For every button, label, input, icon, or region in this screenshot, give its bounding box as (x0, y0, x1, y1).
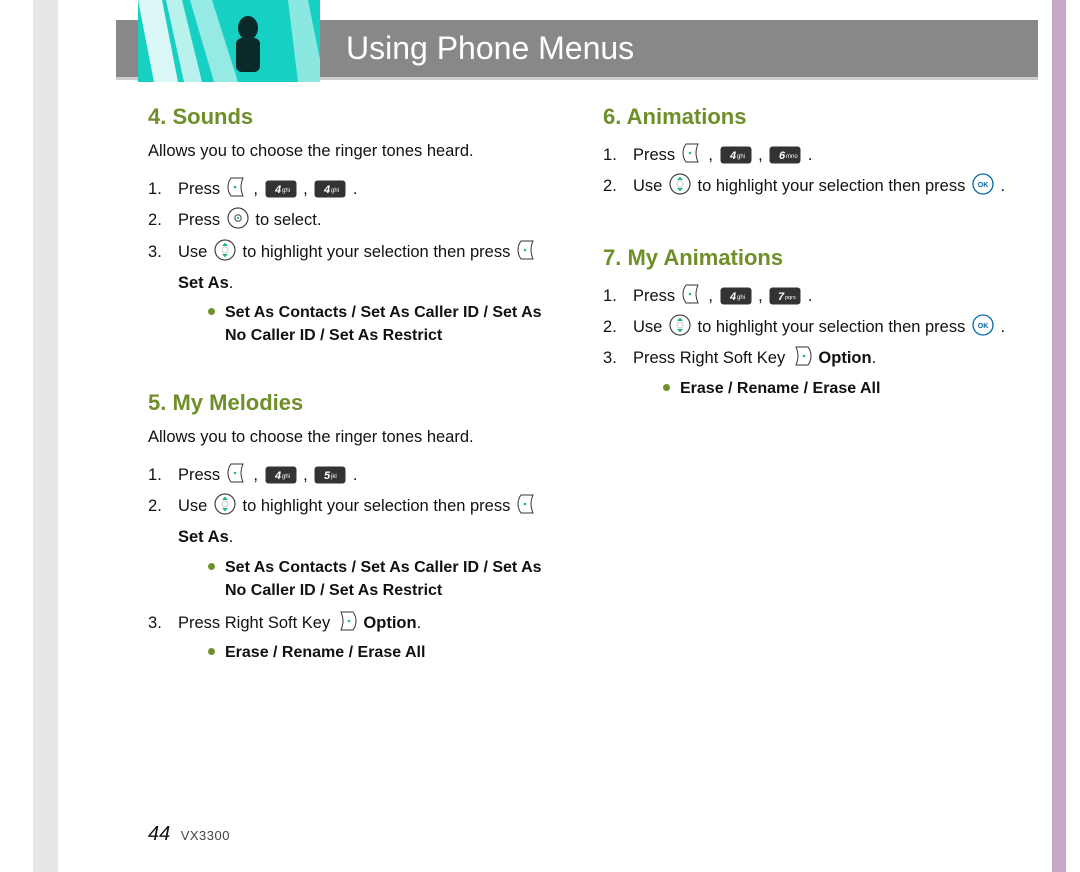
softkey-left-icon (227, 462, 247, 484)
svg-text:jkl: jkl (330, 474, 337, 480)
myanim-step-3: Press Right Soft Key Option. Erase / Ren… (603, 343, 1012, 400)
melodies-bullet-1: Set As Contacts / Set As Caller ID / Set… (208, 556, 557, 602)
key-6-icon: 6mno (769, 146, 801, 164)
nav-updown-icon (214, 493, 236, 515)
page-title: Using Phone Menus (346, 30, 634, 67)
svg-text:ghi: ghi (737, 295, 745, 301)
melodies-step-2: Use to highlight your selection then pre… (148, 491, 557, 602)
key-4-icon: 4ghi (720, 146, 752, 164)
bullet-icon (208, 648, 215, 655)
sounds-steps: Press , 4ghi , 4ghi . Press to select. U… (148, 174, 557, 348)
page: Using Phone Menus 4. Sounds Allows you t… (58, 0, 1066, 872)
sidebar-accent (33, 0, 58, 872)
key-4-icon: 4ghi (314, 180, 346, 198)
softkey-left-icon (517, 239, 537, 261)
key-5-icon: 5jkl (314, 466, 346, 484)
bullet-icon (208, 308, 215, 315)
svg-text:4: 4 (274, 184, 281, 196)
ok-icon: OK (972, 314, 994, 336)
animations-steps: Press , 4ghi , 6mno . Use to highlight y… (603, 140, 1012, 203)
section-title-animations: 6. Animations (603, 104, 1012, 130)
sounds-step-1: Press , 4ghi , 4ghi . (148, 174, 557, 205)
myanim-steps: Press , 4ghi , 7pqrs . Use to highlight … (603, 281, 1012, 400)
nav-updown-icon (669, 314, 691, 336)
sounds-step-2: Press to select. (148, 205, 557, 236)
svg-text:ghi: ghi (282, 474, 290, 480)
softkey-left-icon (682, 283, 702, 305)
key-4-icon: 4ghi (265, 180, 297, 198)
page-number: 44 (148, 823, 170, 845)
footer: 44 VX3300 (148, 823, 230, 846)
nav-circle-icon (227, 207, 249, 229)
svg-text:ghi: ghi (282, 188, 290, 194)
myanim-bullet: Erase / Rename / Erase All (663, 377, 1012, 400)
ok-icon: OK (972, 173, 994, 195)
softkey-right-icon (337, 610, 357, 632)
svg-text:4: 4 (274, 470, 281, 482)
section-title-melodies: 5. My Melodies (148, 390, 557, 416)
model-label: VX3300 (181, 828, 230, 843)
melodies-bullet-2: Erase / Rename / Erase All (208, 641, 557, 664)
melodies-desc: Allows you to choose the ringer tones he… (148, 426, 557, 450)
header-photo (138, 0, 320, 82)
svg-text:mno: mno (786, 154, 798, 160)
svg-text:4: 4 (323, 184, 330, 196)
svg-text:pqrs: pqrs (785, 295, 796, 301)
key-7-icon: 7pqrs (769, 287, 801, 305)
svg-text:6: 6 (779, 150, 786, 162)
key-4-icon: 4ghi (720, 287, 752, 305)
left-column: 4. Sounds Allows you to choose the ringe… (148, 104, 557, 812)
softkey-left-icon (227, 176, 247, 198)
softkey-right-icon (792, 345, 812, 367)
myanim-step-1: Press , 4ghi , 7pqrs . (603, 281, 1012, 312)
melodies-step-1: Press , 4ghi , 5jkl . (148, 460, 557, 491)
svg-text:5: 5 (324, 470, 331, 482)
svg-text:OK: OK (978, 182, 989, 189)
key-4-icon: 4ghi (265, 466, 297, 484)
svg-text:OK: OK (978, 323, 989, 330)
animations-step-2: Use to highlight your selection then pre… (603, 171, 1012, 202)
softkey-left-icon (682, 142, 702, 164)
section-title-myanimations: 7. My Animations (603, 245, 1012, 271)
sounds-desc: Allows you to choose the ringer tones he… (148, 140, 557, 164)
sounds-step-3: Use to highlight your selection then pre… (148, 237, 557, 348)
svg-text:ghi: ghi (331, 188, 339, 194)
nav-updown-icon (669, 173, 691, 195)
svg-text:ghi: ghi (737, 154, 745, 160)
melodies-step-3: Press Right Soft Key Option. Erase / Ren… (148, 608, 557, 665)
bullet-icon (208, 563, 215, 570)
softkey-left-icon (517, 493, 537, 515)
svg-text:7: 7 (778, 291, 785, 303)
sounds-bullet: Set As Contacts / Set As Caller ID / Set… (208, 301, 557, 347)
content: 4. Sounds Allows you to choose the ringe… (148, 104, 1012, 812)
nav-updown-icon (214, 239, 236, 261)
myanim-step-2: Use to highlight your selection then pre… (603, 312, 1012, 343)
section-title-sounds: 4. Sounds (148, 104, 557, 130)
svg-text:4: 4 (729, 150, 736, 162)
svg-text:4: 4 (729, 291, 736, 303)
animations-step-1: Press , 4ghi , 6mno . (603, 140, 1012, 171)
right-column: 6. Animations Press , 4ghi , 6mno . Use … (603, 104, 1012, 812)
melodies-steps: Press , 4ghi , 5jkl . Use to highlight y… (148, 460, 557, 665)
bullet-icon (663, 384, 670, 391)
